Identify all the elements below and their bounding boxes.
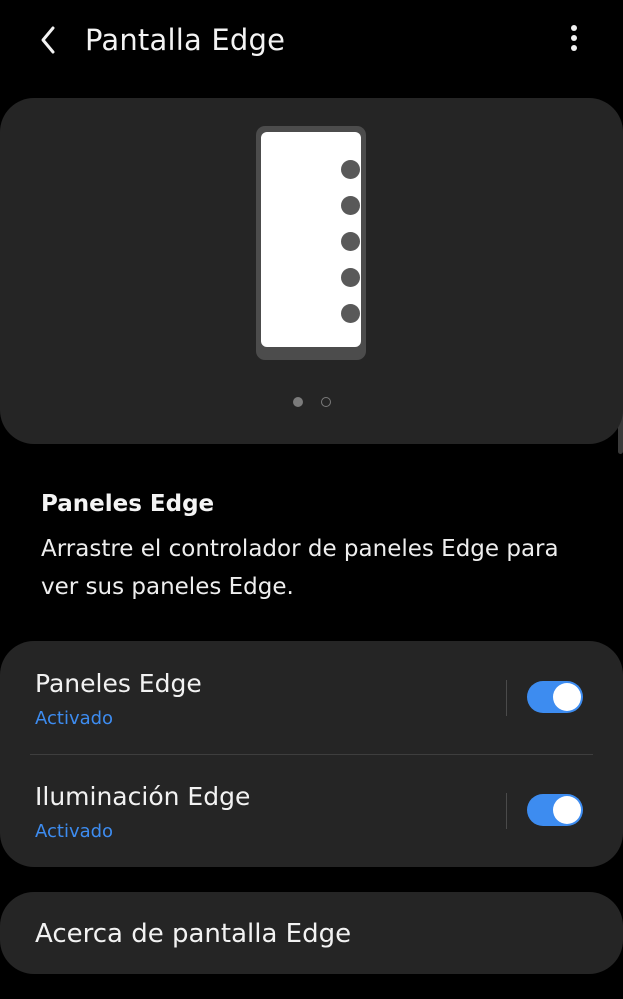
page-dot-active[interactable] [292,397,303,407]
setting-row-edge-lighting[interactable]: Iluminación Edge Activado [0,754,623,867]
page-dot-inactive[interactable] [320,397,331,407]
screen: Pantalla Edge Paneles Edge Arrastre el c… [0,0,623,999]
setting-label: Paneles Edge [35,669,202,698]
edge-handle-dot [341,232,360,251]
edge-panels-toggle[interactable] [527,681,583,713]
app-bar: Pantalla Edge [0,0,623,82]
edge-preview-card[interactable] [0,98,623,444]
edge-handle-dot [341,196,360,215]
edge-handle-dot [341,160,360,179]
about-edge-screen-item[interactable]: Acerca de pantalla Edge [0,892,623,974]
description-title: Paneles Edge [41,491,215,517]
phone-screen [261,132,361,347]
more-vertical-icon [571,25,577,51]
setting-status: Activado [35,821,114,842]
about-label: Acerca de pantalla Edge [35,919,352,949]
back-button[interactable] [28,20,68,60]
phone-illustration [256,126,366,360]
setting-label: Iluminación Edge [35,782,251,811]
setting-status: Activado [35,708,114,729]
divider [506,793,507,829]
edge-lighting-toggle[interactable] [527,794,583,826]
edge-handle-dot [341,268,360,287]
description-text: Arrastre el controlador de paneles Edge … [41,536,559,600]
toggle-knob [553,683,581,711]
divider [506,680,507,716]
chevron-left-icon [41,26,55,54]
edge-handle-dot [341,304,360,323]
setting-row-edge-panels[interactable]: Paneles Edge Activado [0,641,623,754]
toggle-knob [553,796,581,824]
settings-card: Paneles Edge Activado Iluminación Edge A… [0,641,623,867]
page-indicator [0,397,623,411]
page-title: Pantalla Edge [85,23,286,57]
more-options-button[interactable] [554,18,594,58]
